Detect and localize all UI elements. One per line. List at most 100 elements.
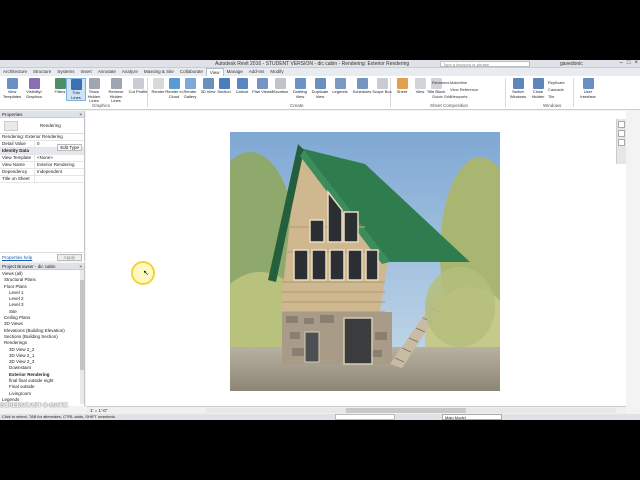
browser-header: Project Browser - dic cabin × <box>0 263 84 270</box>
user-interface-button[interactable]: User Interface <box>578 78 598 99</box>
group-windows: Windows <box>543 103 562 108</box>
property-name: Detail Value <box>0 141 35 147</box>
drafting-view-button[interactable]: Drafting View <box>290 78 310 99</box>
show-hidden-lines-button[interactable]: Show Hidden Lines <box>84 78 104 104</box>
tab-collaborate[interactable]: Collaborate <box>177 68 206 76</box>
view-selector[interactable]: Rendering: Exterior Rendering <box>0 134 84 141</box>
search-input[interactable]: Type a keyword or phrase <box>440 61 530 67</box>
tab-architecture[interactable]: Architecture <box>0 68 30 76</box>
property-value[interactable]: Independent <box>35 169 84 175</box>
user-interface-icon <box>582 78 594 89</box>
tab-insert[interactable]: Insert <box>78 68 95 76</box>
drawing-area[interactable]: ↖ <box>86 111 626 406</box>
ribbon-button-label: Sheet <box>396 89 408 94</box>
property-name: Title on Sheet <box>0 176 35 182</box>
render-cloud-icon <box>168 78 180 89</box>
apply-button[interactable]: Apply <box>56 254 82 261</box>
viewcube-icon[interactable] <box>618 121 625 128</box>
title-bar: Autodesk Revit 2016 - STUDENT VERSION - … <box>0 60 640 68</box>
type-selector[interactable]: Rendering <box>0 118 84 134</box>
scope-box-button[interactable]: Scope Box <box>372 78 392 95</box>
property-value[interactable]: <None> <box>35 155 84 161</box>
duplicate-view-button[interactable]: Duplicate View <box>310 78 330 99</box>
elevation-button[interactable]: Elevation <box>270 78 290 95</box>
minimize-button[interactable]: – <box>620 60 623 66</box>
replicate-button[interactable]: Replicate <box>548 80 565 85</box>
ribbon-button-label: Close Hidden <box>531 89 545 99</box>
scroll-thumb[interactable] <box>80 280 84 370</box>
zoom-icon[interactable] <box>618 139 625 146</box>
user-name[interactable]: gavedonic <box>560 61 583 67</box>
tab-manage[interactable]: Manage <box>224 68 246 76</box>
switch-windows-icon <box>512 78 524 89</box>
window-title: Autodesk Revit 2016 - STUDENT VERSION - … <box>215 61 410 67</box>
mouse-pointer-icon: ↖ <box>143 270 149 277</box>
remove-hidden-lines-button[interactable]: Remove Hidden Lines <box>106 78 126 104</box>
horizontal-scrollbar[interactable] <box>206 408 616 413</box>
revisions-button[interactable]: Revisions <box>432 80 449 85</box>
close-hidden-button[interactable]: Close Hidden <box>528 78 548 99</box>
callout-icon <box>236 78 248 89</box>
close-icon[interactable]: × <box>79 111 82 118</box>
view-templates-icon <box>6 78 18 89</box>
show-hidden-lines-icon <box>88 78 100 89</box>
ribbon-button-label: Render Gallery <box>183 89 197 99</box>
sheet-button[interactable]: Sheet <box>392 78 412 95</box>
visibility-graphics-button[interactable]: Visibility/ Graphics <box>24 78 44 99</box>
matchline-button[interactable]: Matchline <box>450 80 467 85</box>
workset-field[interactable] <box>335 414 395 420</box>
view-scale[interactable]: 1' = 1'-0" <box>90 408 107 413</box>
ribbon-button-label: Plan Views <box>252 89 272 94</box>
ribbon-button-label: Visibility/ Graphics <box>25 89 42 99</box>
scroll-thumb[interactable] <box>346 408 466 413</box>
tile-button[interactable]: Tile <box>548 94 554 99</box>
view-templates-button[interactable]: View Templates <box>2 78 22 99</box>
cut-profile-button[interactable]: Cut Profile <box>128 78 148 95</box>
viewports-button[interactable]: Viewports <box>450 94 468 99</box>
switch-windows-button[interactable]: Switch Windows <box>508 78 528 99</box>
property-value[interactable]: Exterior Rendering <box>35 162 84 168</box>
tab-systems[interactable]: Systems <box>54 68 77 76</box>
thin-lines-button[interactable]: Thin Lines <box>66 78 86 101</box>
tab-add-ins[interactable]: Add-Ins <box>246 68 268 76</box>
navigation-bar[interactable] <box>616 119 626 164</box>
tab-modify[interactable]: Modify <box>267 68 286 76</box>
duplicate-view-icon <box>314 78 326 89</box>
property-value[interactable] <box>35 176 84 182</box>
maximize-button[interactable]: □ <box>627 60 631 66</box>
ribbon-button-label: View <box>415 89 425 94</box>
filters-icon <box>54 78 66 89</box>
ribbon-button-label: Filters <box>54 89 66 94</box>
browser-scrollbar[interactable] <box>80 270 84 404</box>
close-button[interactable]: × <box>634 60 638 66</box>
browser-title: Project Browser - dic cabin <box>2 264 56 269</box>
tab-view[interactable]: View <box>205 68 224 76</box>
tab-annotate[interactable]: Annotate <box>95 68 119 76</box>
steering-wheel-icon[interactable] <box>618 130 625 137</box>
render-gallery-button[interactable]: Render Gallery <box>180 78 200 99</box>
ribbon-button-label: Render <box>151 89 165 94</box>
view-reference-button[interactable]: View Reference <box>450 87 478 92</box>
schedules-button[interactable]: Schedules <box>352 78 372 95</box>
callout-button[interactable]: Callout <box>232 78 252 95</box>
guide-grid-button[interactable]: Guide Grid <box>432 94 451 99</box>
plan-views-button[interactable]: Plan Views <box>252 78 272 95</box>
tab-analyze[interactable]: Analyze <box>119 68 141 76</box>
properties-footer: Properties help Apply <box>0 252 85 261</box>
project-browser: Project Browser - dic cabin × Views (all… <box>0 263 85 406</box>
tab-structure[interactable]: Structure <box>30 68 54 76</box>
tab-massing-site[interactable]: Massing & Site <box>141 68 177 76</box>
close-icon[interactable]: × <box>79 263 82 270</box>
section-button[interactable]: Section <box>214 78 234 95</box>
cascade-button[interactable]: Cascade <box>548 87 564 92</box>
edit-type-button[interactable]: Edit Type <box>57 144 82 151</box>
legends-icon <box>334 78 346 89</box>
model-selector[interactable]: Main Model <box>442 414 502 420</box>
drafting-view-icon <box>294 78 306 89</box>
sheet-icon <box>396 78 408 89</box>
ribbon-button-label: Scope Box <box>372 89 392 94</box>
properties-help-link[interactable]: Properties help <box>2 255 32 260</box>
close-hidden-icon <box>532 78 544 89</box>
legends-button[interactable]: Legends <box>330 78 350 95</box>
view-selector-value: Rendering: Exterior Rendering <box>2 134 63 139</box>
